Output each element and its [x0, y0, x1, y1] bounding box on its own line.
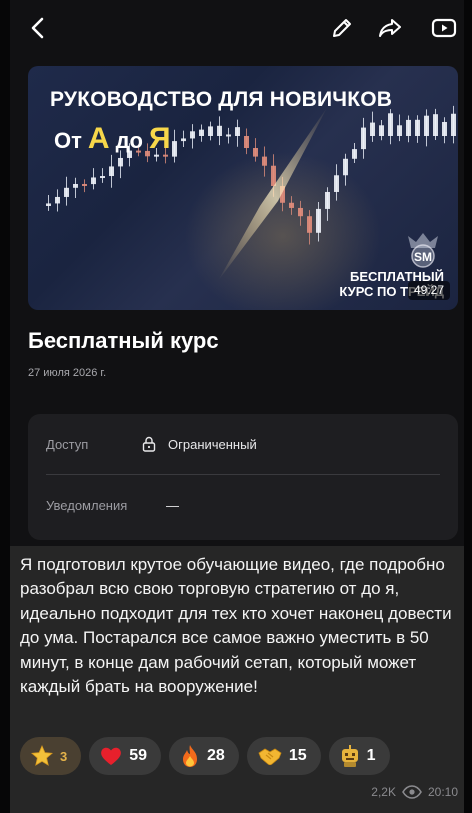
pencil-icon: [333, 19, 351, 37]
candle-body: [82, 183, 87, 186]
candle-body: [325, 191, 330, 209]
subtitle-to: до: [115, 128, 143, 153]
candle-body: [208, 126, 213, 136]
candle-body: [91, 177, 96, 185]
candle-body: [73, 183, 78, 188]
reaction-count: 3: [60, 748, 68, 764]
candle-body: [55, 196, 60, 204]
candle-body: [433, 114, 438, 136]
candle-body: [172, 141, 177, 157]
sm-logo-icon: SM: [408, 233, 438, 268]
candle-body: [406, 119, 411, 136]
candle-body: [244, 136, 249, 149]
candle-body: [343, 158, 348, 176]
candle-body: [64, 187, 69, 197]
notifications-label: Уведомления: [46, 498, 128, 513]
post-time: 20:10: [427, 785, 458, 799]
candle-body: [262, 156, 267, 166]
post-title: Бесплатный курс: [28, 328, 219, 353]
candle-body: [109, 166, 114, 177]
reaction-heart[interactable]: 59: [89, 737, 162, 775]
reaction-count: 15: [288, 747, 307, 764]
reactions-bar: 3 59 28 15 1: [20, 737, 390, 775]
candle-body: [226, 134, 231, 137]
info-divider: [46, 474, 440, 475]
info-card: Доступ Ограниченный Уведомления —: [28, 414, 458, 540]
video-play-icon: [431, 18, 457, 38]
share-icon: [379, 19, 401, 37]
candle-body: [46, 203, 51, 206]
reaction-count: 28: [207, 747, 225, 764]
candle-body: [379, 125, 384, 136]
candle-body: [361, 127, 366, 150]
post-date: 27 июля 2026 г.: [28, 367, 107, 379]
candle-body: [190, 131, 195, 139]
video-headline: РУКОВОДСТВО ДЛЯ НОВИЧКОВ: [50, 88, 393, 111]
candle-body: [415, 119, 420, 136]
reaction-count: 59: [129, 747, 148, 764]
back-arrow-icon: [31, 17, 44, 39]
access-value[interactable]: Ограниченный: [168, 437, 257, 452]
video-subtitle: От А до Я: [54, 122, 171, 156]
candle-body: [388, 113, 393, 136]
candle-body: [217, 125, 222, 136]
candle-body: [442, 121, 447, 136]
reaction-handshake[interactable]: 15: [246, 737, 321, 775]
reaction-fire[interactable]: 28: [169, 737, 239, 775]
candle-body: [334, 175, 339, 192]
post-meta: 2,2K 20:10: [371, 785, 458, 799]
candle-body: [199, 129, 204, 136]
post-text: Я подготовил крутое обучающие видео, где…: [20, 555, 452, 697]
notifications-value[interactable]: —: [166, 498, 179, 513]
candle-body: [370, 122, 375, 136]
subtitle-a: А: [87, 122, 110, 155]
reaction-count: 1: [366, 747, 376, 764]
edit-button[interactable]: [328, 14, 356, 42]
candle-body: [397, 125, 402, 136]
subtitle-from: От: [54, 128, 82, 153]
handshake-icon: [258, 748, 282, 766]
subtitle-ya: Я: [148, 122, 171, 155]
candle-body: [235, 127, 240, 136]
share-button[interactable]: [376, 14, 404, 42]
logo-text: SM: [414, 250, 432, 264]
access-label: Доступ: [46, 437, 89, 452]
candle-body: [352, 149, 357, 159]
lock-icon: [142, 436, 156, 452]
reaction-star[interactable]: 3: [20, 737, 82, 775]
candle-body: [100, 176, 105, 179]
candle-body: [118, 157, 123, 167]
back-button[interactable]: [24, 14, 52, 42]
candle-body: [253, 148, 258, 157]
candle-body: [307, 216, 312, 233]
candle-body: [181, 138, 186, 142]
video-button[interactable]: [430, 14, 458, 42]
video-thumbnail[interactable]: РУКОВОДСТВО ДЛЯ НОВИЧКОВ От А до Я SM БЕ…: [28, 66, 458, 310]
robot-icon: [341, 745, 358, 767]
heart-icon: [101, 747, 122, 765]
candle-body: [289, 202, 294, 208]
candle-body: [424, 115, 429, 136]
candle-body: [271, 165, 276, 187]
candle-body: [451, 113, 456, 136]
views-count: 2,2K: [371, 785, 396, 799]
eye-icon: [402, 785, 422, 799]
fire-icon: [183, 745, 198, 767]
top-bar: [10, 0, 464, 56]
candle-body: [316, 208, 321, 233]
candle-body: [298, 207, 303, 217]
video-duration: 49:27: [407, 281, 450, 300]
star-icon: [31, 745, 53, 766]
reaction-robot[interactable]: 1: [328, 737, 390, 775]
